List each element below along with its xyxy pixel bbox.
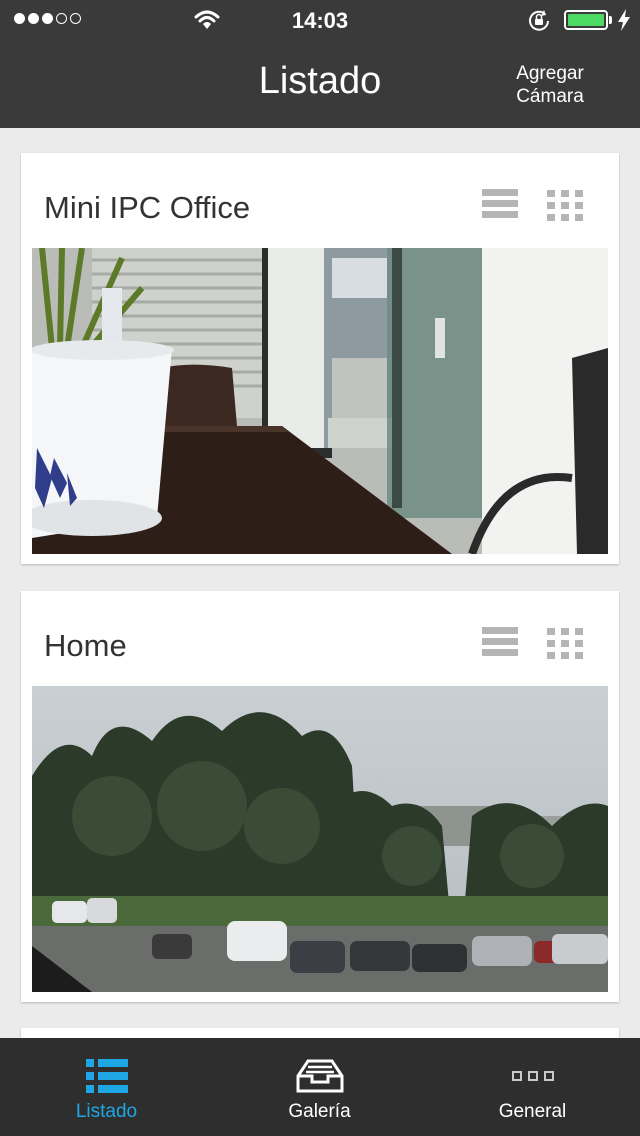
tab-listado[interactable]: Listado	[0, 1038, 213, 1136]
battery-icon	[564, 10, 608, 30]
charging-icon	[618, 9, 630, 31]
rotation-lock-icon	[529, 10, 549, 31]
camera-live-feed[interactable]	[32, 686, 608, 992]
camera-name: Home	[44, 628, 127, 663]
tab-label: Galería	[288, 1101, 351, 1122]
list-view-icon[interactable]	[481, 625, 519, 659]
top-bar: 14:03 Listado Agregar Cámara	[0, 0, 640, 128]
tab-label: General	[498, 1101, 567, 1122]
office-scene-image	[32, 248, 608, 554]
grid-view-icon[interactable]	[547, 628, 583, 660]
tab-general[interactable]: General	[426, 1038, 639, 1136]
tab-bar: Listado Galería General	[0, 1038, 640, 1136]
camera-name: Mini IPC Office	[44, 190, 251, 225]
more-dots-icon	[511, 1071, 554, 1081]
camera-card[interactable]: Mini IPC Office	[21, 153, 619, 564]
tab-label: Listado	[75, 1101, 138, 1122]
camera-live-feed[interactable]	[32, 248, 608, 554]
camera-card[interactable]: Home	[21, 591, 619, 1002]
tab-galeria[interactable]: Galería	[213, 1038, 426, 1136]
add-camera-button[interactable]: Agregar Cámara	[490, 62, 610, 108]
list-view-icon[interactable]	[481, 187, 519, 221]
list-icon	[85, 1059, 128, 1093]
add-camera-label-line1: Agregar	[516, 63, 584, 84]
gallery-tray-icon	[296, 1059, 343, 1093]
grid-view-icon[interactable]	[547, 190, 583, 222]
battery-cap	[609, 16, 612, 24]
add-camera-label-line2: Cámara	[516, 86, 584, 107]
status-bar: 14:03	[0, 0, 640, 40]
outdoor-scene-image	[32, 686, 608, 992]
